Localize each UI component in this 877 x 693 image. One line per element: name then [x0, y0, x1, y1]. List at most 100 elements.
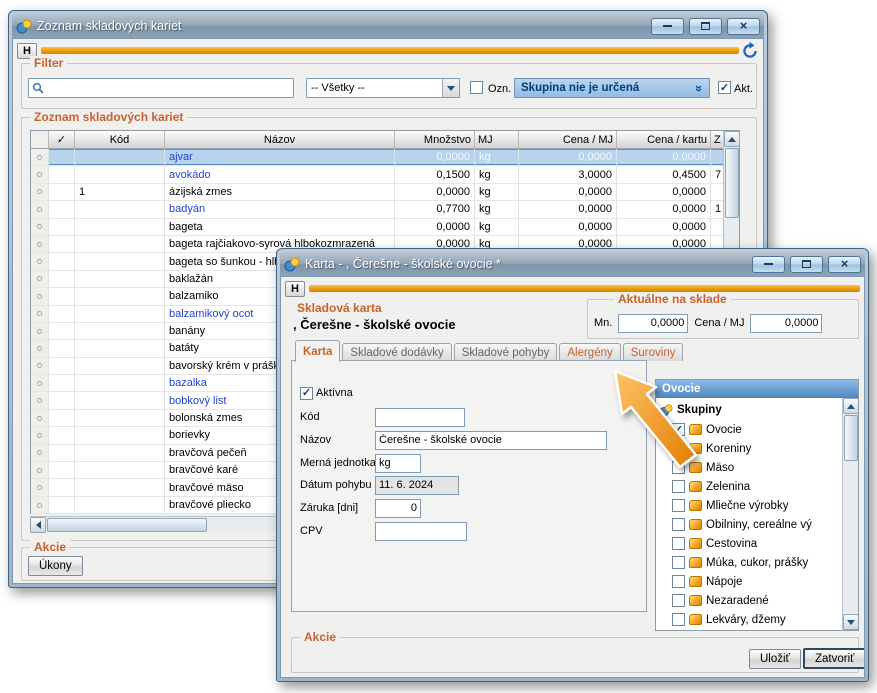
group-checkbox[interactable]: [672, 537, 685, 550]
table-row[interactable]: 1ázijská zmes0,0000kg0,00000,0000: [31, 184, 739, 201]
row-marker-icon: [31, 445, 49, 461]
cell-check: [49, 166, 75, 182]
group-item-obilniny-cerealne-vy[interactable]: Obilniny, cereálne vý: [659, 515, 842, 534]
table-section-label: Zoznam skladových kariet: [30, 110, 187, 124]
save-button[interactable]: Uložiť: [749, 649, 801, 669]
cell-kod: [75, 166, 165, 182]
h-button[interactable]: H: [285, 281, 305, 297]
stock-price-field[interactable]: [750, 314, 822, 333]
close-button[interactable]: ×: [727, 18, 760, 35]
tree-scrollbar-thumb[interactable]: [844, 415, 858, 461]
group-checkbox[interactable]: [672, 518, 685, 531]
header-nazov[interactable]: Názov: [165, 131, 395, 148]
group-checkbox[interactable]: [672, 556, 685, 569]
header-mnozstvo[interactable]: Množstvo: [395, 131, 475, 148]
close-button[interactable]: ×: [828, 256, 861, 273]
table-row[interactable]: bageta0,0000kg0,00000,0000: [31, 219, 739, 236]
group-label: Múka, cukor, prášky: [706, 557, 808, 569]
titlebar[interactable]: Karta - , Čerešne - školské ovocie * ×: [280, 252, 865, 276]
cell-mj: kg: [475, 149, 519, 165]
group-checkbox[interactable]: [672, 499, 685, 512]
tab-suroviny[interactable]: Suroviny: [623, 343, 684, 361]
tab-alergeny[interactable]: Alergény: [559, 343, 620, 361]
group-checkbox[interactable]: [672, 613, 685, 626]
akt-checkbox[interactable]: [718, 81, 731, 94]
close-card-button[interactable]: Zatvoriť: [803, 648, 865, 669]
row-marker-icon: [31, 271, 49, 287]
row-marker-icon: [31, 462, 49, 478]
filter-dropdown[interactable]: -- Všetky --: [306, 78, 460, 98]
header-cena-kartu[interactable]: Cena / kartu: [617, 131, 711, 148]
group-item-napoje[interactable]: Nápoje: [659, 572, 842, 591]
datum-pohybu-field[interactable]: [375, 476, 459, 495]
cell-kod: [75, 445, 165, 461]
table-scrollbar-thumb[interactable]: [725, 148, 739, 218]
scroll-left-button[interactable]: [30, 517, 46, 533]
gold-accent-bar: [41, 47, 739, 54]
ukony-button[interactable]: Úkony: [28, 556, 83, 576]
group-checkbox[interactable]: [672, 594, 685, 607]
scroll-up-button[interactable]: [843, 398, 859, 414]
maximize-button[interactable]: [790, 256, 823, 273]
cell-mj: kg: [475, 219, 519, 235]
search-input[interactable]: [44, 80, 293, 96]
header-mj[interactable]: MJ: [475, 131, 519, 148]
cell-mj: kg: [475, 166, 519, 182]
hscrollbar-thumb[interactable]: [47, 518, 207, 532]
gold-accent-bar: [309, 285, 860, 292]
group-folder-icon: [689, 481, 702, 492]
tab-karta[interactable]: Karta: [295, 340, 340, 362]
cell-nazov: ajvar: [165, 149, 395, 165]
header-check[interactable]: ✓: [49, 131, 75, 148]
cell-check: [49, 340, 75, 356]
search-field[interactable]: [28, 78, 294, 98]
cell-kod: [75, 358, 165, 374]
group-item-muka-cukor-prasky[interactable]: Múka, cukor, prášky: [659, 553, 842, 572]
group-item-mliecne-vyrobky[interactable]: Mliečne výrobky: [659, 496, 842, 515]
maximize-button[interactable]: [689, 18, 722, 35]
tree-vertical-scrollbar[interactable]: [842, 398, 858, 630]
stock-group-label: Aktuálne na sklade: [614, 292, 731, 306]
group-item-zelenina[interactable]: Zelenina: [659, 477, 842, 496]
group-checkbox[interactable]: [672, 575, 685, 588]
table-row[interactable]: badyán0,7700kg0,00000,00001: [31, 201, 739, 218]
merna-jednotka-field[interactable]: [375, 454, 421, 473]
chevron-down-icon[interactable]: [442, 79, 459, 97]
cell-mnozstvo: 0,0000: [395, 149, 475, 165]
ozn-checkbox[interactable]: [470, 81, 483, 94]
row-marker-icon: [31, 253, 49, 269]
active-checkbox[interactable]: [300, 387, 313, 400]
cell-cena-kartu: 0,4500: [617, 166, 711, 182]
cell-nazov: badyán: [165, 201, 395, 217]
table-row[interactable]: avokádo0,1500kg3,00000,45007: [31, 166, 739, 183]
cell-check: [49, 358, 75, 374]
minimize-button[interactable]: [651, 18, 684, 35]
nazov-field[interactable]: [375, 431, 607, 450]
card-tabs: KartaSkladové dodávkySkladové pohybyAler…: [295, 339, 685, 361]
group-item-nezaradene[interactable]: Nezaradené: [659, 591, 842, 610]
minimize-button[interactable]: [752, 256, 785, 273]
group-item-cestovina[interactable]: Cestovina: [659, 534, 842, 553]
table-row[interactable]: ajvar0,0000kg0,00000,0000: [31, 149, 739, 166]
stock-quantity-field[interactable]: [618, 314, 688, 333]
tab-skladove-dodavky[interactable]: Skladové dodávky: [342, 343, 451, 361]
table-header[interactable]: ✓ Kód Názov Množstvo MJ Cena / MJ Cena /…: [31, 131, 739, 149]
zaruka-field[interactable]: [375, 499, 421, 518]
scroll-down-button[interactable]: [843, 614, 859, 630]
cell-check: [49, 497, 75, 513]
group-checkbox[interactable]: [672, 480, 685, 493]
kod-field[interactable]: [375, 408, 465, 427]
titlebar[interactable]: Zoznam skladových kariet ×: [12, 14, 764, 38]
group-item-lekvary-dzemy[interactable]: Lekváry, džemy: [659, 610, 842, 629]
row-marker-icon: [31, 166, 49, 182]
cpv-label: CPV: [300, 525, 372, 537]
group-filter-button[interactable]: Skupina nie je určená »: [514, 78, 710, 98]
cell-check: [49, 427, 75, 443]
tab-skladove-pohyby[interactable]: Skladové pohyby: [454, 343, 558, 361]
header-kod[interactable]: Kód: [75, 131, 165, 148]
header-cena-mj[interactable]: Cena / MJ: [519, 131, 617, 148]
annotation-arrow-icon: [603, 367, 703, 479]
cpv-field[interactable]: [375, 522, 467, 541]
scroll-up-button[interactable]: [724, 131, 740, 147]
refresh-icon[interactable]: [741, 42, 759, 60]
